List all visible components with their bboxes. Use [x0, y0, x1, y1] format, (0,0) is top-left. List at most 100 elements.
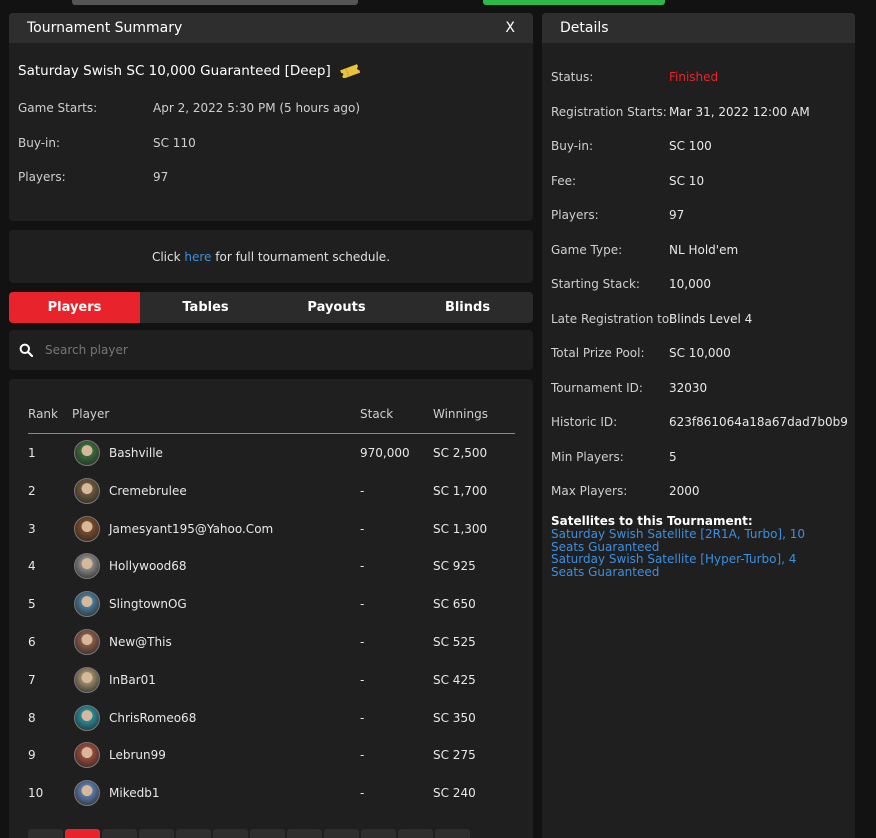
summary-header: Tournament Summary X [9, 13, 533, 43]
detail-value: SC 10,000 [669, 346, 731, 360]
detail-label: Tournament ID: [551, 380, 643, 395]
tab-payouts[interactable]: Payouts [271, 292, 402, 323]
detail-value: 623f861064a18a67dad7b0b9 [669, 415, 848, 429]
detail-label: Late Registration to: [551, 311, 674, 326]
avatar [74, 704, 100, 731]
col-player: Player [72, 407, 110, 421]
page-button[interactable] [324, 829, 359, 838]
search-input[interactable] [45, 343, 485, 357]
row-player: ChrisRomeo68 [109, 710, 197, 725]
schedule-prefix: Click [151, 249, 185, 264]
detail-value: 32030 [669, 380, 708, 395]
row-player: Bashville [109, 446, 163, 460]
detail-label: Game Type: [551, 242, 623, 257]
table-row[interactable]: 4 Hollywood68 - SC 925 [28, 547, 515, 585]
avatar [74, 553, 100, 580]
row-player: Lebrun99 [109, 748, 166, 763]
schedule-suffix: for full tournament schedule. [211, 249, 391, 264]
row-winnings: SC 2,500 [433, 446, 488, 460]
game-starts-value: Apr 2, 2022 5:30 PM (5 hours ago) [153, 101, 361, 115]
tab-tables[interactable]: Tables [140, 292, 271, 323]
page-button[interactable] [250, 829, 285, 838]
avatar [74, 780, 100, 807]
page-button[interactable] [176, 829, 211, 838]
detail-value: Finished [669, 70, 719, 84]
detail-value: SC 100 [669, 139, 712, 153]
detail-label: Status: [551, 70, 594, 84]
table-row[interactable]: 8 ChrisRomeo68 - SC 350 [28, 699, 515, 737]
row-winnings: SC 925 [433, 559, 476, 574]
row-rank: 8 [28, 710, 36, 725]
row-player: SlingtownOG [109, 597, 187, 612]
details-header-title: Details [560, 20, 609, 36]
row-rank: 7 [28, 672, 36, 687]
detail-label: Players: [551, 208, 599, 222]
page-button[interactable] [435, 829, 470, 838]
table-row[interactable]: 1 Bashville 970,000 SC 2,500 [28, 434, 515, 472]
table-row[interactable]: 5 SlingtownOG - SC 650 [28, 585, 515, 623]
table-row[interactable]: 7 InBar01 - SC 425 [28, 661, 515, 699]
buyin-label: Buy-in: [18, 136, 61, 150]
buyin-value: SC 110 [153, 136, 196, 150]
row-stack: - [360, 748, 365, 763]
players-label: Players: [18, 170, 66, 184]
schedule-link[interactable]: here [184, 250, 211, 264]
details-header: Details [542, 13, 855, 43]
avatar [74, 477, 100, 504]
avatar [74, 515, 100, 542]
detail-label: Min Players: [551, 449, 624, 464]
satellite-link[interactable]: Saturday Swish Satellite [Hyper-Turbo], … [551, 553, 831, 578]
row-player: Cremebrulee [109, 483, 187, 498]
row-stack: - [360, 483, 365, 498]
page-button[interactable] [102, 829, 137, 838]
page-button[interactable] [28, 829, 63, 838]
table-row[interactable]: 2 Cremebrulee - SC 1,700 [28, 472, 515, 510]
row-rank: 10 [28, 786, 44, 801]
avatar [74, 629, 100, 655]
detail-value: Blinds Level 4 [669, 311, 753, 326]
row-winnings: SC 525 [433, 635, 476, 649]
row-rank: 6 [28, 635, 36, 649]
row-rank: 2 [28, 483, 36, 498]
col-stack: Stack [360, 407, 394, 421]
col-winnings: Winnings [433, 407, 488, 421]
row-winnings: SC 425 [433, 672, 476, 687]
detail-value: 5 [669, 449, 677, 464]
tab-blinds[interactable]: Blinds [402, 292, 533, 323]
players-table: Rank Player Stack Winnings 1 Bashville 970… [9, 379, 533, 838]
detail-value: 97 [669, 208, 685, 222]
page-button[interactable] [139, 829, 174, 838]
players-value: 97 [153, 170, 169, 184]
satellites-title: Satellites to this Tournament: [551, 514, 753, 528]
detail-label: Starting Stack: [551, 277, 640, 291]
detail-label: Historic ID: [551, 415, 618, 429]
row-stack: - [360, 521, 365, 536]
ticket-icon [339, 64, 360, 78]
page-button[interactable] [398, 829, 433, 838]
row-rank: 5 [28, 597, 36, 612]
avatar [74, 742, 100, 769]
page-button[interactable] [287, 829, 322, 838]
detail-value: SC 10 [669, 173, 705, 188]
pagination [28, 829, 470, 838]
row-winnings: SC 350 [433, 710, 476, 725]
detail-value: Mar 31, 2022 12:00 AM [669, 104, 810, 119]
table-row[interactable]: 3 Jamesyant195@Yahoo.Com - SC 1,300 [28, 510, 515, 548]
top-tab-decoration [72, 0, 358, 5]
satellite-link[interactable]: Saturday Swish Satellite [2R1A, Turbo], … [551, 528, 831, 553]
row-winnings: SC 1,300 [433, 521, 488, 536]
col-rank: Rank [28, 407, 58, 421]
avatar [74, 591, 100, 618]
table-row[interactable]: 10 Mikedb1 - SC 240 [28, 774, 515, 812]
row-stack: - [360, 597, 365, 612]
tournament-title: Saturday Swish SC 10,000 Guaranteed [Dee… [18, 63, 361, 79]
close-button[interactable]: X [505, 20, 515, 36]
page-button[interactable] [213, 829, 248, 838]
detail-label: Total Prize Pool: [551, 346, 645, 360]
tab-players[interactable]: Players [9, 292, 140, 323]
table-row[interactable]: 6 New@This - SC 525 [28, 623, 515, 661]
page-button[interactable] [65, 829, 100, 838]
row-player: Mikedb1 [109, 786, 160, 801]
table-row[interactable]: 9 Lebrun99 - SC 275 [28, 736, 515, 774]
page-button[interactable] [361, 829, 396, 838]
